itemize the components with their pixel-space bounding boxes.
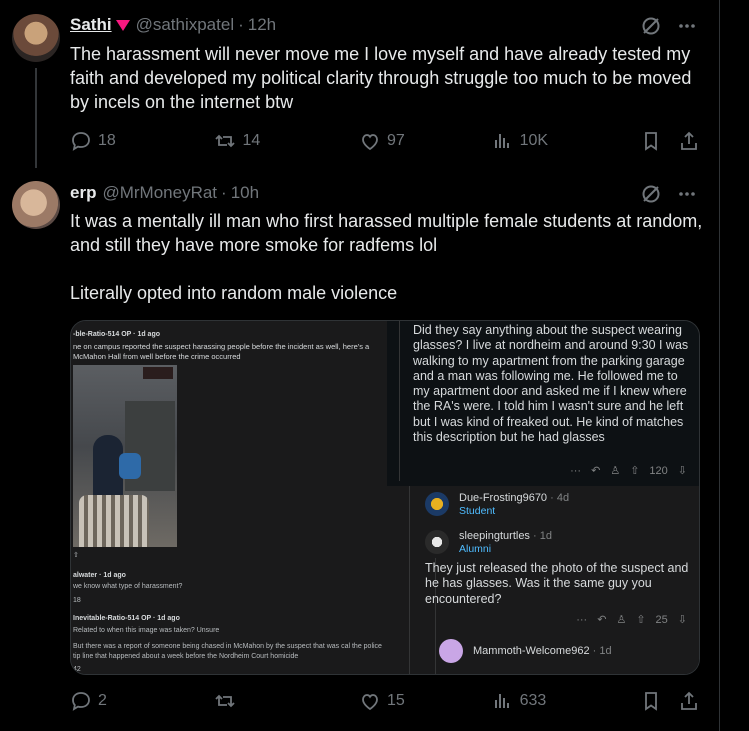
repost-icon [215,134,236,148]
like-count: 97 [386,132,405,149]
views-button[interactable]: 10K [492,130,640,152]
repost-button[interactable]: 14 [214,130,358,152]
reddit-right-panel: Did they say anything about the suspect … [387,321,699,674]
action-bar: 18 14 97 10K [70,130,700,152]
timestamp[interactable]: 10h [231,183,259,203]
comment-text: Related to when this image was taken? Un… [73,627,220,634]
user-flair: Student [459,505,496,517]
avatar [425,530,449,554]
handle[interactable]: @MrMoneyRat [102,183,217,203]
tweet-header: erp @MrMoneyRat · 10h [70,183,259,203]
reply-count: 2 [98,692,107,709]
comment-author: Inevitable-Ratio-514 OP · 1d ago [73,615,180,622]
bookmark-icon[interactable] [640,690,662,712]
downvote-icon: ⇩ [677,465,687,477]
award-icon: ♙ [610,465,621,477]
thread-line [399,321,400,481]
reddit-reply-actions: ··· ↶ ♙ ⇧ 25 ⇩ [576,613,687,627]
reddit-left-panel: -ble-Ratio-514 OP · 1d ago ne on campus … [71,321,386,674]
reddit-comment-actions: ··· ↶ ♙ ⇧ 120 ⇩ [570,464,687,478]
top-actions [641,16,697,36]
top-actions [641,184,697,204]
tweet-sathi[interactable]: Sathi @sathixpatel · 12h The harassment … [0,0,719,168]
post-text: ne on campus reported the suspect harass… [73,342,370,361]
bookmark-icon[interactable] [640,130,662,152]
views-button[interactable]: 633 [492,690,640,712]
upvote-icon: ⇧ [630,465,640,477]
timeline-border [719,0,720,731]
repost-icon [215,694,236,708]
downvote-icon: ⇩ [677,614,687,626]
separator-dot: · [238,15,244,34]
comment-votes: 18 [73,597,81,604]
comment-text: But there was a report of someone being … [73,643,382,660]
view-count: 633 [519,692,547,709]
reply-icon: ↶ [591,465,601,477]
views-icon [494,134,509,148]
reddit-comment-text: Did they say anything about the suspect … [413,323,689,445]
views-icon [494,694,509,708]
reply-icon: ↶ [597,614,607,626]
avatar [425,492,449,516]
user-flair: Alumni [459,543,492,555]
tweet-text-line2: Literally opted into random male violenc… [70,283,398,303]
suspect-photo [73,365,177,547]
more-icon[interactable] [677,16,697,36]
vote-count: 120 [649,464,668,477]
comment-author: Mammoth-Welcome962 · 1d [473,645,612,657]
post-author: -ble-Ratio-514 OP · 1d ago [73,331,160,338]
tweet-image[interactable]: -ble-Ratio-514 OP · 1d ago ne on campus … [70,320,700,675]
upvote-icon: ⇧ [73,552,79,559]
comment-author: sleepingturtles · 1d [459,530,552,542]
more-icon[interactable] [677,184,697,204]
like-button[interactable]: 97 [359,130,492,152]
vote-count: 25 [655,613,668,626]
repost-count: 14 [242,132,261,149]
like-button[interactable]: 15 [359,690,492,712]
comment-votes: 42 [73,666,81,673]
share-icon[interactable] [678,130,700,152]
avatar[interactable] [12,14,60,62]
award-icon: ♙ [616,614,627,626]
comment-author: alwater · 1d ago [73,572,126,579]
handle[interactable]: @sathixpatel [136,15,235,35]
tweet-text: It was a mentally ill man who first hara… [70,209,710,305]
more-icon: ··· [570,464,582,477]
timestamp[interactable]: 12h [248,15,276,35]
reply-button[interactable]: 2 [70,690,214,712]
view-count: 10K [519,132,549,149]
upvote-icon: ⇧ [636,614,646,626]
grok-icon[interactable] [641,16,661,36]
repost-button[interactable] [214,690,358,712]
display-name[interactable]: Sathi [70,15,112,35]
share-icon[interactable] [678,690,700,712]
avatar[interactable] [12,181,60,229]
verified-icon [115,19,130,31]
more-icon: ··· [576,613,588,626]
thread-line [35,68,37,168]
reddit-replies: Due-Frosting9670 · 4d Student sleepingtu… [387,486,699,674]
reply-icon [72,692,90,711]
comment-author: Due-Frosting9670 · 4d [459,492,570,504]
display-name[interactable]: erp [70,183,96,203]
reply-button[interactable]: 18 [70,130,214,152]
avatar [439,639,463,663]
heart-icon [362,694,378,711]
reply-count: 18 [98,132,116,149]
separator-dot: · [221,183,227,202]
tweet-text-line1: It was a mentally ill man who first hara… [70,211,703,255]
tweet-text: The harassment will never move me I love… [70,44,692,112]
reply-icon [72,132,90,151]
comment-text: we know what type of harassment? [73,583,183,590]
tweet-header: Sathi @sathixpatel · 12h [70,15,276,35]
grok-icon[interactable] [641,184,661,204]
heart-icon [362,134,378,151]
action-bar: 2 15 633 [70,690,700,712]
reddit-reply-text: They just released the photo of the susp… [425,561,689,606]
like-count: 15 [386,692,405,709]
